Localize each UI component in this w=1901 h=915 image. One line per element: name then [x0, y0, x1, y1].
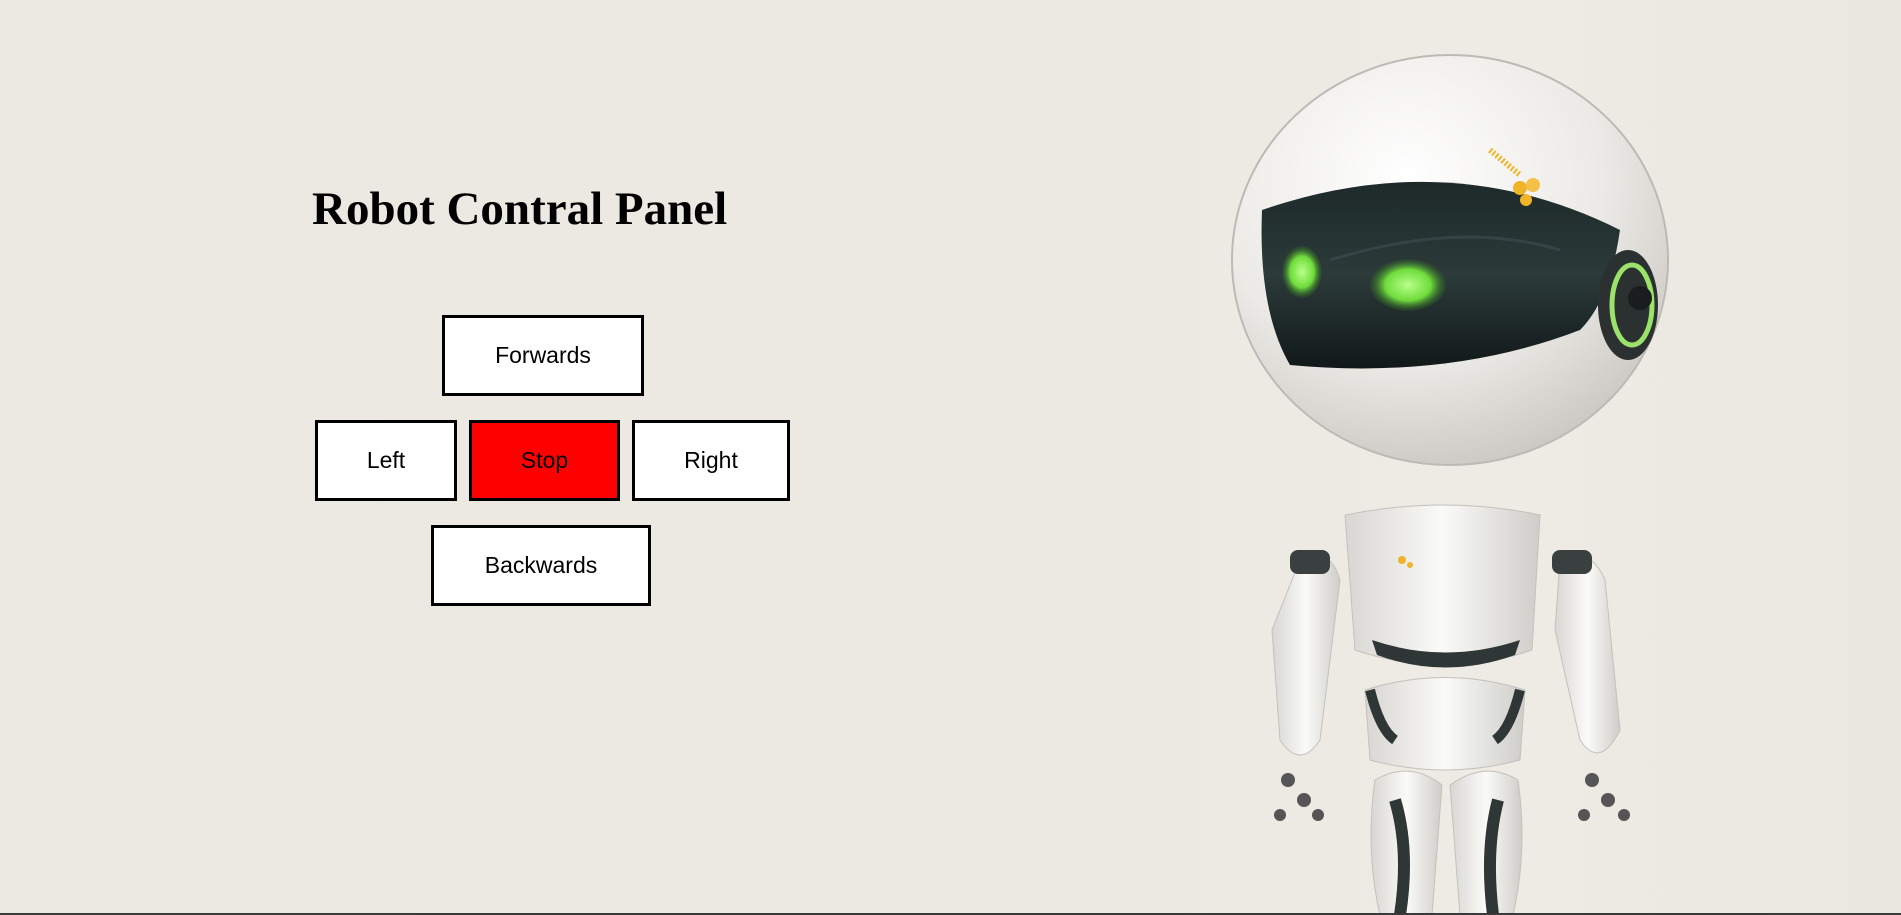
forwards-button[interactable]: Forwards: [442, 315, 644, 396]
robot-control-page: Robot Contral Panel Forwards Left Stop R…: [0, 0, 1901, 915]
right-button[interactable]: Right: [632, 420, 790, 501]
stop-button[interactable]: Stop: [469, 420, 620, 501]
left-button[interactable]: Left: [315, 420, 457, 501]
robot-image: [1231, 54, 1669, 915]
backwards-button[interactable]: Backwards: [431, 525, 651, 606]
page-title: Robot Contral Panel: [312, 183, 728, 235]
